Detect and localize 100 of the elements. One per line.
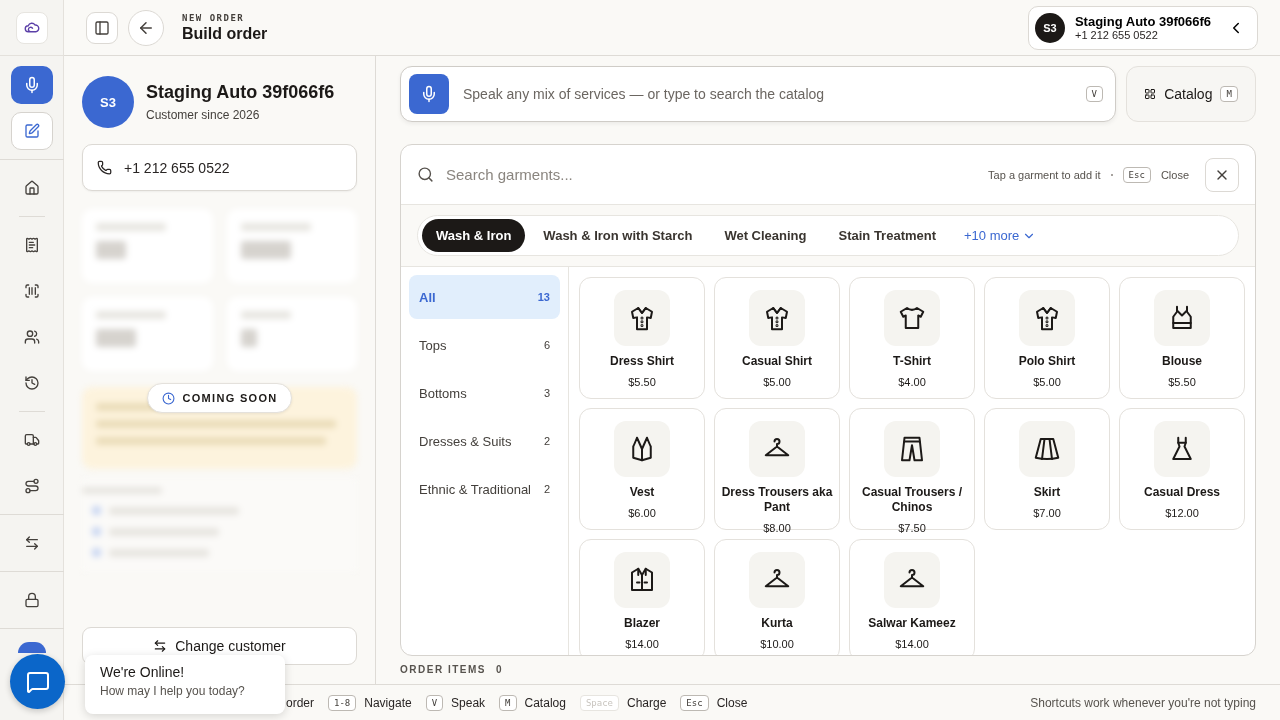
service-tab[interactable]: Wash & Iron with Starch xyxy=(529,219,707,252)
back-button[interactable] xyxy=(128,9,164,46)
garment-card[interactable]: T-Shirt $4.00 xyxy=(849,277,975,399)
garment-card[interactable]: Vest $6.00 xyxy=(579,408,705,530)
category-item[interactable]: Ethnic & Traditional 2 xyxy=(409,467,560,511)
category-label: Dresses & Suits xyxy=(419,433,512,449)
panel-icon xyxy=(94,19,110,36)
phone-field[interactable]: +1 212 655 0522 xyxy=(82,144,357,191)
garment-name: Casual Shirt xyxy=(742,354,812,369)
shortcut-key: M xyxy=(1220,86,1238,102)
category-item[interactable]: All 13 xyxy=(409,275,560,319)
clock-icon xyxy=(161,391,175,405)
garment-price: $4.00 xyxy=(898,376,926,388)
garment-price: $5.00 xyxy=(1033,376,1061,388)
garment-price: $14.00 xyxy=(895,638,929,650)
garment-card[interactable]: Skirt $7.00 xyxy=(984,408,1110,530)
category-item[interactable]: Tops 6 xyxy=(409,323,560,367)
garment-card[interactable]: Polo Shirt $5.00 xyxy=(984,277,1110,399)
truck-icon xyxy=(23,432,40,448)
garment-card[interactable]: Blazer $14.00 xyxy=(579,539,705,655)
page-title: Build order xyxy=(182,24,268,43)
close-button[interactable] xyxy=(1205,157,1239,192)
lock-icon xyxy=(23,592,40,608)
garment-name: Skirt xyxy=(1033,485,1061,500)
garment-name: Salwar Kameez xyxy=(868,616,956,631)
home-icon xyxy=(23,180,40,196)
category-item[interactable]: Bottoms 3 xyxy=(409,371,560,415)
order-items-label: ORDER ITEMS xyxy=(400,664,486,675)
garment-price: $12.00 xyxy=(1165,507,1199,519)
category-label: Bottoms xyxy=(419,385,467,401)
swap-icon xyxy=(153,639,168,653)
chat-subtitle: How may I help you today? xyxy=(100,684,246,698)
chat-icon xyxy=(25,669,50,694)
microphone-button[interactable] xyxy=(409,74,449,114)
category-count: 2 xyxy=(543,435,550,447)
shortcut-label: Speak xyxy=(451,695,486,710)
shortcut-key: M xyxy=(499,694,517,711)
service-tab[interactable]: Wet Cleaning xyxy=(710,219,821,252)
shortcut-key: 1-8 xyxy=(328,694,357,711)
voice-search-input[interactable]: Speak any mix of services — or type to search the catalog xyxy=(461,85,1074,103)
sidebar-toggle-button[interactable] xyxy=(86,11,118,44)
phone-number: +1 212 655 0522 xyxy=(124,159,230,176)
order-items-count: 0 xyxy=(495,664,503,675)
garment-card[interactable]: Salwar Kameez $14.00 xyxy=(849,539,975,655)
shortcut-key: Esc xyxy=(680,694,709,711)
customer-chip[interactable]: S3 Staging Auto 39f066f6 +1 212 655 0522 xyxy=(1027,5,1258,50)
category-count: 3 xyxy=(543,387,550,399)
category-label: Tops xyxy=(419,337,447,353)
shortcut-label: Catalog xyxy=(524,695,566,710)
chat-title: We're Online! xyxy=(100,664,186,680)
category-label: All xyxy=(419,289,436,305)
garment-card[interactable]: Casual Shirt $5.00 xyxy=(714,277,840,399)
garment-card[interactable]: Kurta $10.00 xyxy=(714,539,840,655)
users-icon xyxy=(23,329,40,345)
shortcut-key: V xyxy=(425,694,444,711)
customer-name: Staging Auto 39f066f6 xyxy=(1074,14,1211,29)
customer-avatar: S3 xyxy=(82,76,134,128)
garment-card[interactable]: Blouse $5.50 xyxy=(1119,277,1245,399)
category-count: 2 xyxy=(543,483,550,495)
cloud-logo-icon[interactable] xyxy=(15,11,48,44)
close-hint: Close xyxy=(1160,168,1189,181)
microphone-icon xyxy=(420,85,438,103)
shortcut-key: Esc xyxy=(1122,166,1151,183)
microphone-button[interactable] xyxy=(10,66,53,104)
category-count: 6 xyxy=(543,339,550,351)
category-count: 13 xyxy=(537,291,550,303)
phone-icon xyxy=(97,160,112,175)
grid-icon xyxy=(1144,88,1157,100)
edit-icon xyxy=(23,123,40,139)
garment-price: $6.00 xyxy=(628,507,656,519)
voice-search-field[interactable]: Speak any mix of services — or type to search the catalog V xyxy=(400,66,1116,122)
route-icon xyxy=(23,478,40,494)
shortcut-note: Shortcuts work whenever you're not typing xyxy=(1030,695,1256,710)
service-tab[interactable]: Stain Treatment xyxy=(824,219,951,252)
user-avatar[interactable] xyxy=(17,642,46,653)
service-tab[interactable]: Wash & Iron xyxy=(422,219,526,252)
barcode-icon xyxy=(23,283,40,299)
garment-name: Blazer xyxy=(624,616,660,631)
garment-name: Vest xyxy=(629,485,655,500)
shortcut-label: Charge xyxy=(627,695,667,710)
shortcut-label: Close xyxy=(716,695,748,710)
more-services-button[interactable]: +10 more xyxy=(954,228,1047,243)
garment-price: $10.00 xyxy=(760,638,794,650)
catalog-button[interactable]: Catalog M xyxy=(1126,66,1256,122)
edit-button[interactable] xyxy=(10,112,53,150)
garment-price: $5.50 xyxy=(1168,376,1196,388)
garment-name: Blouse xyxy=(1162,354,1202,369)
history-icon xyxy=(23,375,40,391)
category-label: Ethnic & Traditional xyxy=(419,481,531,497)
shortcut-label: Navigate xyxy=(364,695,412,710)
garment-price: $7.00 xyxy=(1033,507,1061,519)
category-item[interactable]: Dresses & Suits 2 xyxy=(409,419,560,463)
garment-card[interactable]: Casual Dress $12.00 xyxy=(1119,408,1245,530)
swap-icon xyxy=(23,535,40,551)
garment-card[interactable]: Dress Shirt $5.50 xyxy=(579,277,705,399)
garment-price: $14.00 xyxy=(625,638,659,650)
garment-name: T-Shirt xyxy=(893,354,931,369)
garment-name: Kurta xyxy=(761,616,793,631)
customer-name: Staging Auto 39f066f6 xyxy=(146,82,335,103)
shortcut-label: order xyxy=(286,695,314,710)
